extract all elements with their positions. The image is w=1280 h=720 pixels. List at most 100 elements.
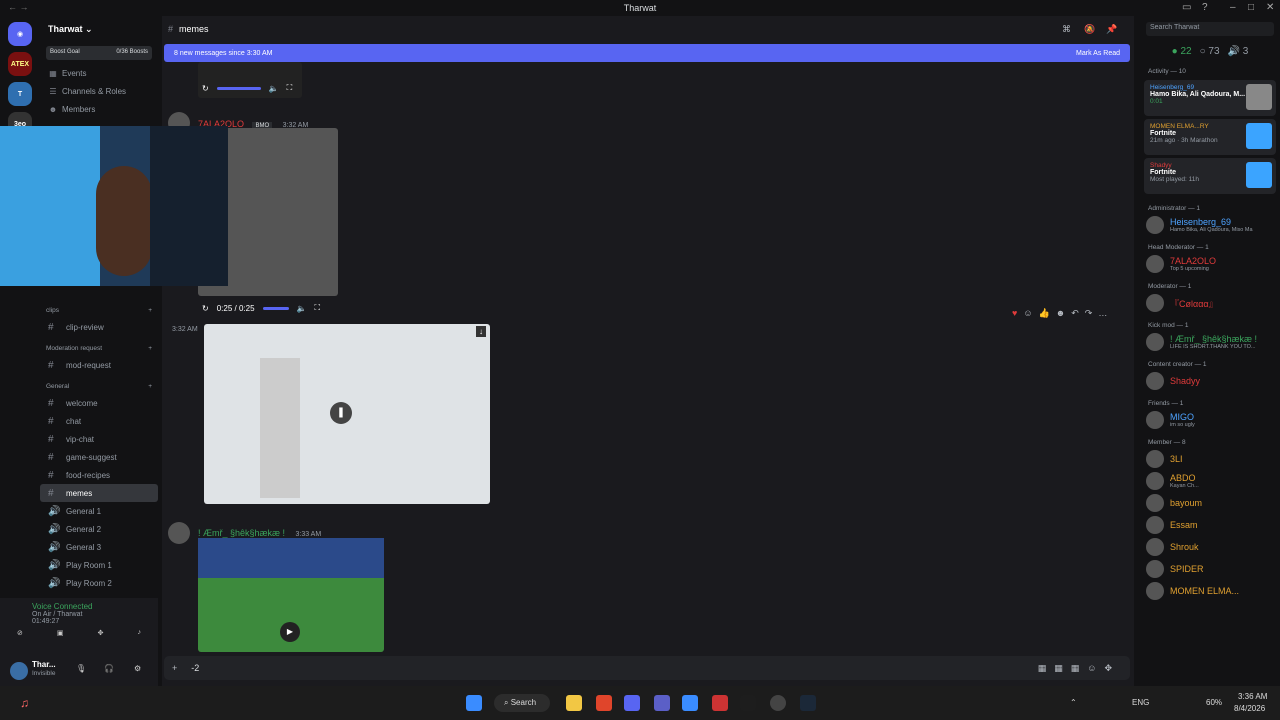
voice-general-1[interactable]: 🔊 General 1	[40, 502, 158, 520]
play-icon[interactable]: ▶	[280, 622, 300, 642]
steam-icon[interactable]	[800, 695, 816, 711]
video-embed-2[interactable]: ❚ ↓	[204, 324, 490, 504]
settings-gear-icon[interactable]: ⚙	[134, 664, 141, 673]
member-item[interactable]: Shrouk	[1140, 536, 1280, 558]
message-input[interactable]: -2	[191, 663, 199, 673]
avatar[interactable]	[1146, 538, 1164, 556]
nav-events[interactable]: ▦ Events	[40, 64, 158, 82]
discord-icon[interactable]	[624, 695, 640, 711]
mark-as-read-button[interactable]: Mark As Read	[1076, 50, 1120, 57]
member-item[interactable]: Shadyy	[1140, 370, 1280, 392]
channel-welcome[interactable]: # welcome	[40, 394, 158, 412]
channel-clip-review[interactable]: # clip-review	[40, 318, 158, 336]
help-icon[interactable]: ?	[1202, 2, 1208, 13]
heart-reaction-icon[interactable]: ♥	[1012, 308, 1017, 319]
fullscreen-icon[interactable]: ⛶	[287, 83, 293, 93]
clock-date[interactable]: 8/4/2026	[1234, 704, 1265, 713]
teams-icon[interactable]	[654, 695, 670, 711]
avatar[interactable]	[1146, 216, 1164, 234]
minimize-icon[interactable]: –	[1230, 2, 1236, 13]
server-tharwat-icon[interactable]: T	[8, 82, 32, 106]
replay-icon[interactable]: ↻	[202, 304, 209, 313]
avatar[interactable]	[1146, 333, 1164, 351]
member-item[interactable]: ! Æmř_ §hêk§hækæ ! LIFE IS SHORT.THANK YO…	[1140, 331, 1280, 353]
add-reaction-icon[interactable]: ☻	[1056, 308, 1065, 319]
avatar[interactable]	[10, 662, 28, 680]
avatar[interactable]	[1146, 294, 1164, 312]
chevron-up-icon[interactable]: ⌃	[1070, 698, 1077, 707]
app-icon[interactable]	[770, 695, 786, 711]
brave-icon[interactable]	[596, 695, 612, 711]
replay-icon[interactable]: ↻	[202, 84, 209, 93]
member-item[interactable]: Essam	[1140, 514, 1280, 536]
notification-bell-icon[interactable]: 🔕	[1084, 24, 1095, 35]
threads-icon[interactable]: ⌘	[1062, 24, 1071, 35]
voice-general-2[interactable]: 🔊 General 2	[40, 520, 158, 538]
new-messages-banner[interactable]: 8 new messages since 3:30 AM Mark As Rea…	[164, 44, 1130, 62]
fullscreen-icon[interactable]: ⛶	[314, 303, 320, 313]
nav-channels-roles[interactable]: ☰ Channels & Roles	[40, 82, 158, 100]
reply-icon[interactable]: ↶	[1071, 308, 1079, 319]
volume-icon[interactable]: 🔈	[297, 304, 307, 313]
search-input[interactable]: Search Tharwat	[1146, 22, 1274, 36]
video-embed-3[interactable]: ▶	[198, 538, 384, 652]
message-author[interactable]: ! Æmř_ §hêk§hækæ !	[198, 528, 285, 538]
channel-food-recipes[interactable]: # food-recipes	[40, 466, 158, 484]
member-item[interactable]: 3LI	[1140, 448, 1280, 470]
activity-card[interactable]: MOMEN ELMA...RY Fortnite 21m ago · 3h Ma…	[1144, 119, 1276, 155]
add-attachment-icon[interactable]: +	[172, 663, 177, 673]
avatar[interactable]	[1146, 494, 1164, 512]
inbox-icon[interactable]: ▭	[1182, 2, 1191, 13]
emoji-reaction-icon[interactable]: ☺	[1023, 308, 1032, 319]
member-item[interactable]: ABDO Kayan Ch...	[1140, 470, 1280, 492]
download-icon[interactable]: ↓	[476, 326, 486, 337]
voice-play-room-1[interactable]: 🔊 Play Room 1	[40, 556, 158, 574]
channel-mod-request[interactable]: # mod-request	[40, 356, 158, 374]
member-item[interactable]: Heisenberg_69 Hamo Bika, Ali Qadoura, Mis…	[1140, 214, 1280, 236]
avatar[interactable]	[1146, 450, 1164, 468]
video-off-icon[interactable]: ⊘	[17, 629, 23, 637]
channel-chat[interactable]: # chat	[40, 412, 158, 430]
forward-icon[interactable]: ↷	[1085, 308, 1093, 319]
play-pause-icon[interactable]: ❚	[330, 402, 352, 424]
category-clips[interactable]: clips +	[40, 302, 158, 318]
activity-card[interactable]: Shadyy Fortnite Most played: 11h	[1144, 158, 1276, 194]
language-indicator[interactable]: ENG	[1132, 698, 1149, 707]
avatar[interactable]	[1146, 516, 1164, 534]
store-icon[interactable]	[682, 695, 698, 711]
music-icon[interactable]: ♫	[20, 696, 29, 710]
channel-game-suggest[interactable]: # game-suggest	[40, 448, 158, 466]
member-item[interactable]: MOMEN ELMA...	[1140, 580, 1280, 602]
voice-general-3[interactable]: 🔊 General 3	[40, 538, 158, 556]
maximize-icon[interactable]: □	[1248, 2, 1254, 13]
avatar[interactable]	[1146, 372, 1164, 390]
member-item[interactable]: MIGO im so ugly	[1140, 409, 1280, 431]
message-composer[interactable]: + -2 ▦▦▦☺✥	[164, 656, 1130, 680]
member-item[interactable]: bayoum	[1140, 492, 1280, 514]
thumbs-up-icon[interactable]: 👍	[1039, 308, 1050, 319]
pin-icon[interactable]: 📌	[1106, 24, 1117, 35]
discord-home-icon[interactable]: ◉	[8, 22, 32, 46]
category-general[interactable]: General +	[40, 378, 158, 394]
clock-time[interactable]: 3:36 AM	[1238, 692, 1267, 701]
category-moderation[interactable]: Moderation request +	[40, 340, 158, 356]
voice-location[interactable]: On Air / Tharwat	[0, 611, 158, 618]
nav-members[interactable]: ☻ Members	[40, 100, 158, 118]
avatar[interactable]	[168, 522, 190, 544]
channel-memes[interactable]: # memes	[40, 484, 158, 502]
avatar[interactable]	[1146, 560, 1164, 578]
soundboard-icon[interactable]: ♪	[137, 629, 141, 637]
server-ateex-icon[interactable]: ATEX	[8, 52, 32, 76]
activities-icon[interactable]: ✥	[98, 629, 104, 637]
server-name[interactable]: Tharwat ⌄	[40, 16, 158, 42]
mic-icon[interactable]: 🎙	[76, 664, 86, 673]
boost-goal[interactable]: Boost Goal 0/36 Boosts	[46, 46, 152, 60]
battery-indicator[interactable]: 60%	[1206, 698, 1222, 707]
member-item[interactable]: 『Cølααα』	[1140, 292, 1280, 314]
file-explorer-icon[interactable]	[566, 695, 582, 711]
more-icon[interactable]: …	[1098, 308, 1107, 319]
headphones-icon[interactable]: 🎧	[104, 664, 114, 673]
volume-icon[interactable]: 🔈	[269, 84, 279, 93]
avatar[interactable]	[1146, 472, 1164, 490]
close-icon[interactable]: ✕	[1266, 2, 1274, 13]
